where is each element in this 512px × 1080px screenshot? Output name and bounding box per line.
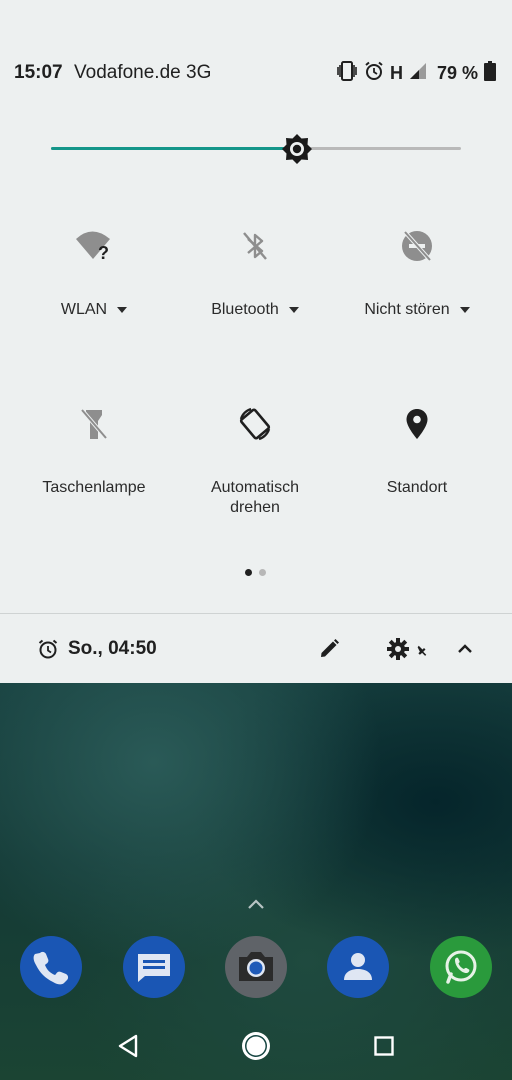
tile-bluetooth-label: Bluetooth <box>211 301 279 318</box>
bluetooth-off-icon <box>235 226 275 266</box>
page-dot-inactive[interactable] <box>259 569 266 576</box>
tile-dnd-label: Nicht stören <box>364 301 450 318</box>
next-alarm-text[interactable]: So., 04:50 <box>68 638 157 660</box>
next-alarm-icon[interactable] <box>37 638 59 665</box>
dock-contacts[interactable] <box>327 936 389 998</box>
brightness-icon <box>282 134 312 164</box>
navigation-bar <box>0 1016 512 1080</box>
svg-text:?: ? <box>98 243 109 263</box>
tile-flashlight-label: Taschenlampe <box>42 479 146 496</box>
page-indicator <box>245 569 266 576</box>
brightness-fill <box>51 147 297 150</box>
network-type: H <box>389 62 403 83</box>
tile-bluetooth-label-row[interactable]: Bluetooth <box>180 300 330 320</box>
signal-icon <box>409 62 427 85</box>
back-icon[interactable] <box>117 1034 139 1063</box>
tile-wlan-label: WLAN <box>60 301 108 318</box>
auto-rotate-icon <box>235 404 275 444</box>
tile-wlan-label-row[interactable]: WLAN <box>19 300 169 320</box>
battery-icon <box>484 60 496 86</box>
settings-gear-icon[interactable] <box>385 636 429 667</box>
status-time: 15:07 <box>14 62 63 83</box>
edit-pencil-icon[interactable] <box>318 638 340 665</box>
quick-settings-panel: 15:07 Vodafone.de 3G H 79 % ? WLAN Bluet… <box>0 0 512 683</box>
home-icon[interactable] <box>240 1030 272 1067</box>
phone-icon <box>33 951 69 985</box>
flashlight-off-icon <box>74 404 114 444</box>
recents-icon[interactable] <box>374 1036 394 1061</box>
dropdown-caret-icon[interactable] <box>117 306 128 313</box>
contacts-icon <box>344 953 372 980</box>
battery-percent: 79 % <box>436 62 478 83</box>
alarm-icon <box>364 61 384 86</box>
location-pin-icon <box>397 404 437 444</box>
do-not-disturb-off-icon <box>397 226 437 266</box>
wifi-unknown-icon: ? <box>74 226 114 266</box>
page-dot-active[interactable] <box>245 569 252 576</box>
tile-location-label: Standort <box>386 479 448 496</box>
dock-phone[interactable] <box>20 936 82 998</box>
vibrate-icon <box>336 60 358 86</box>
brightness-slider[interactable] <box>51 134 461 164</box>
brightness-thumb[interactable] <box>280 132 314 166</box>
whatsapp-icon <box>445 950 477 984</box>
camera-icon <box>239 952 273 981</box>
tile-auto-rotate-label: Automatisch drehen <box>180 478 330 518</box>
dock-whatsapp[interactable] <box>430 936 492 998</box>
dock-camera[interactable] <box>225 936 287 998</box>
dropdown-caret-icon[interactable] <box>459 306 470 313</box>
messages-icon <box>138 954 170 982</box>
app-drawer-up-icon[interactable] <box>246 897 266 916</box>
status-bar: 15:07 Vodafone.de 3G H 79 % <box>0 56 512 90</box>
dock-messages[interactable] <box>123 936 185 998</box>
tile-auto-rotate-label-line1: Automatisch <box>210 479 300 496</box>
status-carrier: Vodafone.de 3G <box>74 62 212 83</box>
dropdown-caret-icon[interactable] <box>288 306 299 313</box>
tile-auto-rotate-label-line2: drehen <box>230 499 280 516</box>
tile-dnd-label-row[interactable]: Nicht stören <box>342 300 492 320</box>
status-icons: H 79 % <box>336 60 496 86</box>
collapse-chevron-icon[interactable] <box>456 641 474 660</box>
quick-settings-footer: So., 04:50 <box>0 614 512 683</box>
